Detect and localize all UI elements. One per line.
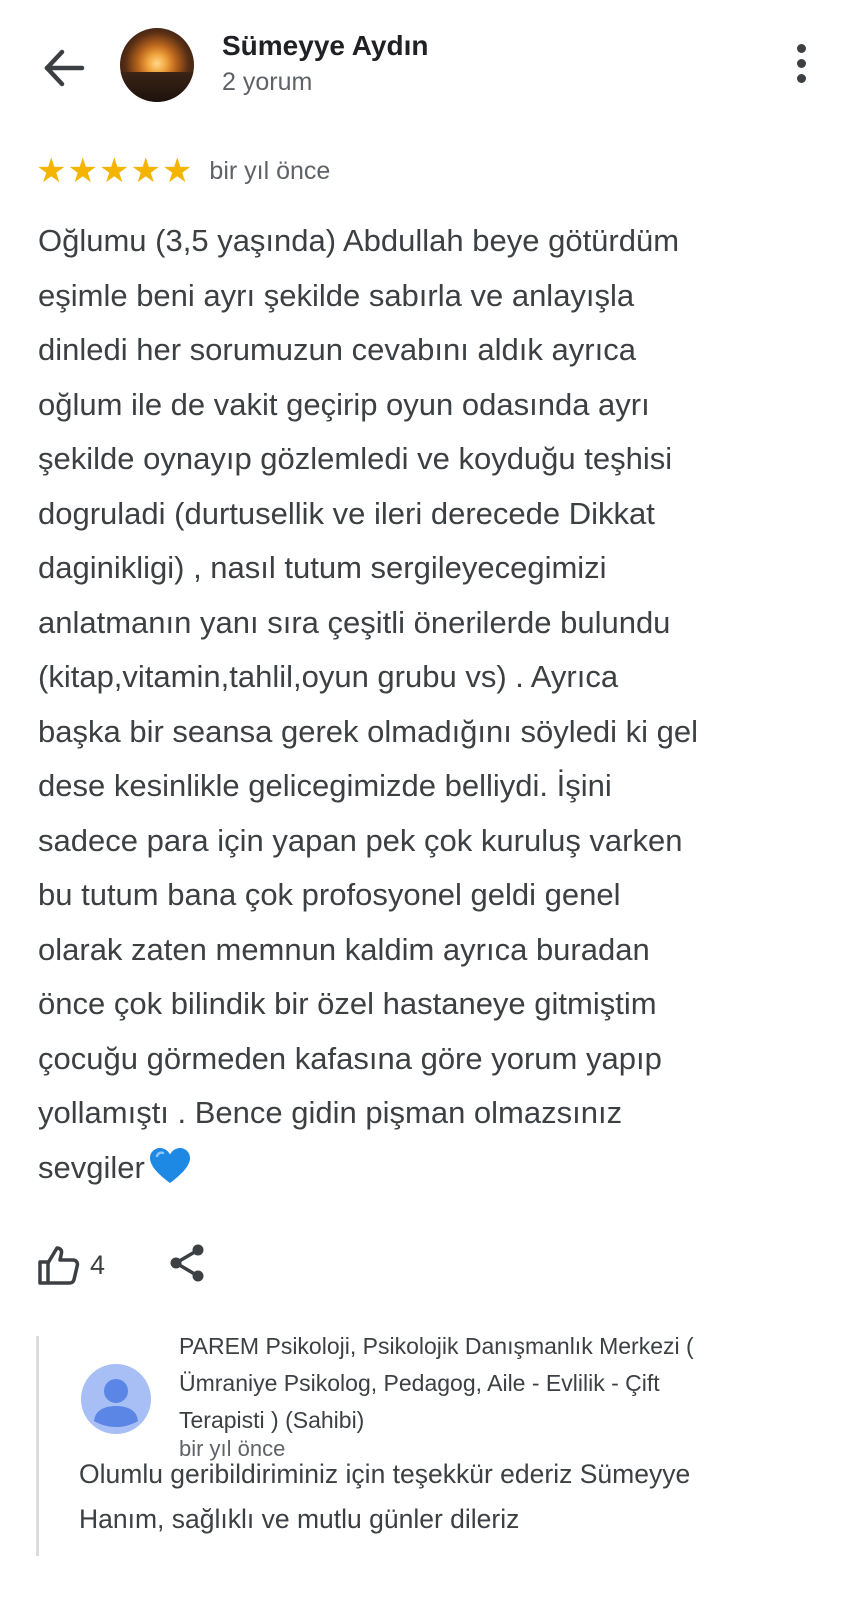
review-text-last-line: sevgiler	[38, 1141, 823, 1196]
review-text-line: dese kesinlikle gelicegimizde belliydi. …	[38, 768, 612, 803]
owner-reply-text-line: Olumlu geribildiriminiz için teşekkür ed…	[79, 1459, 691, 1489]
owner-name-line: Terapisti ) (Sahibi)	[179, 1407, 365, 1433]
share-button[interactable]	[165, 1241, 209, 1290]
review-text-line: sadece para için yapan pek çok kuruluş v…	[38, 822, 683, 858]
review-text-line: yollamıştı . Bence gidin pişman olmazsın…	[38, 1095, 623, 1130]
more-vertical-icon	[796, 44, 806, 53]
rating-row: ★ ★ ★ ★ ★ bir yıl önce	[36, 153, 330, 189]
thumbs-up-icon	[38, 1246, 80, 1285]
more-options-button[interactable]	[786, 44, 816, 90]
review-text-line: anlatmanın yanı sıra çeşitli önerilerde …	[38, 604, 671, 640]
review-text-line: olarak zaten memnun kaldim ayrıca burada…	[38, 931, 650, 967]
review-text-line: eşimle beni ayrı şekilde sabırla ve anla…	[38, 277, 635, 313]
review-text-line: daginikligi) , nasıl tutum sergileyecegi…	[38, 550, 607, 585]
review-text-line: bu tutum bana çok profosyonel geldi gene…	[38, 877, 621, 912]
review-text-line: şekilde oynayıp gözlemledi ve koyduğu te…	[38, 441, 673, 476]
review-actions: 4	[36, 1240, 209, 1290]
owner-reply-text: Olumlu geribildiriminiz için teşekkür ed…	[79, 1452, 829, 1542]
arrow-left-icon	[44, 49, 85, 87]
star-icon: ★	[67, 152, 98, 190]
review-text-line: çocuğu görmeden kafasına göre yorum yapı…	[38, 1040, 662, 1076]
reviewer-review-count: 2 yorum	[222, 68, 313, 96]
owner-name-line: PAREM Psikoloji, Psikolojik Danışmanlık …	[179, 1333, 694, 1359]
review-text-line: başka bir seansa gerek olmadığını söyled…	[38, 713, 698, 749]
owner-reply: PAREM Psikoloji, Psikolojik Danışmanlık …	[36, 1333, 829, 1556]
review-header: Sümeyye Aydın 2 yorum	[0, 0, 843, 120]
star-icon: ★	[98, 152, 130, 190]
review-text-line: dogruladi (durtusellik ve ileri derecede…	[38, 495, 655, 531]
review-text-line: oğlum ile de vakit geçirip oyun odasında…	[38, 386, 650, 422]
review-text: Oğlumu (3,5 yaşında) Abdullah beye götür…	[38, 214, 823, 1195]
review-date: bir yıl önce	[209, 156, 331, 185]
star-icon: ★	[130, 152, 161, 190]
star-icon: ★	[36, 152, 67, 190]
reviewer-avatar[interactable]	[120, 28, 194, 102]
owner-name: PAREM Psikoloji, Psikolojik Danışmanlık …	[179, 1328, 819, 1439]
star-rating: ★ ★ ★ ★ ★	[36, 154, 193, 188]
owner-avatar	[81, 1364, 151, 1434]
blue-heart-icon	[149, 1148, 190, 1184]
star-icon: ★	[161, 152, 193, 190]
review-text-line: (kitap,vitamin,tahlil,oyun grubu vs) . A…	[38, 659, 619, 694]
back-button[interactable]	[38, 42, 90, 94]
review-text-line: Oğlumu (3,5 yaşında) Abdullah beye götür…	[38, 223, 680, 258]
owner-reply-text-line: Hanım, sağlıklı ve mutlu günler dileriz	[79, 1504, 520, 1534]
review-text-line: dinledi her sorumuzun cevabını aldık ayr…	[38, 332, 636, 367]
review-text-line: önce çok bilindik bir özel hastaneye git…	[38, 986, 657, 1021]
person-icon	[94, 1379, 138, 1427]
owner-name-line: Ümraniye Psikolog, Pedagog, Aile - Evlil…	[179, 1370, 660, 1396]
reviewer-name[interactable]: Sümeyye Aydın	[222, 30, 428, 62]
review-text-line: sevgiler	[38, 1149, 145, 1185]
share-icon	[170, 1244, 204, 1281]
like-button[interactable]: 4	[36, 1243, 105, 1287]
like-count: 4	[90, 1249, 106, 1280]
